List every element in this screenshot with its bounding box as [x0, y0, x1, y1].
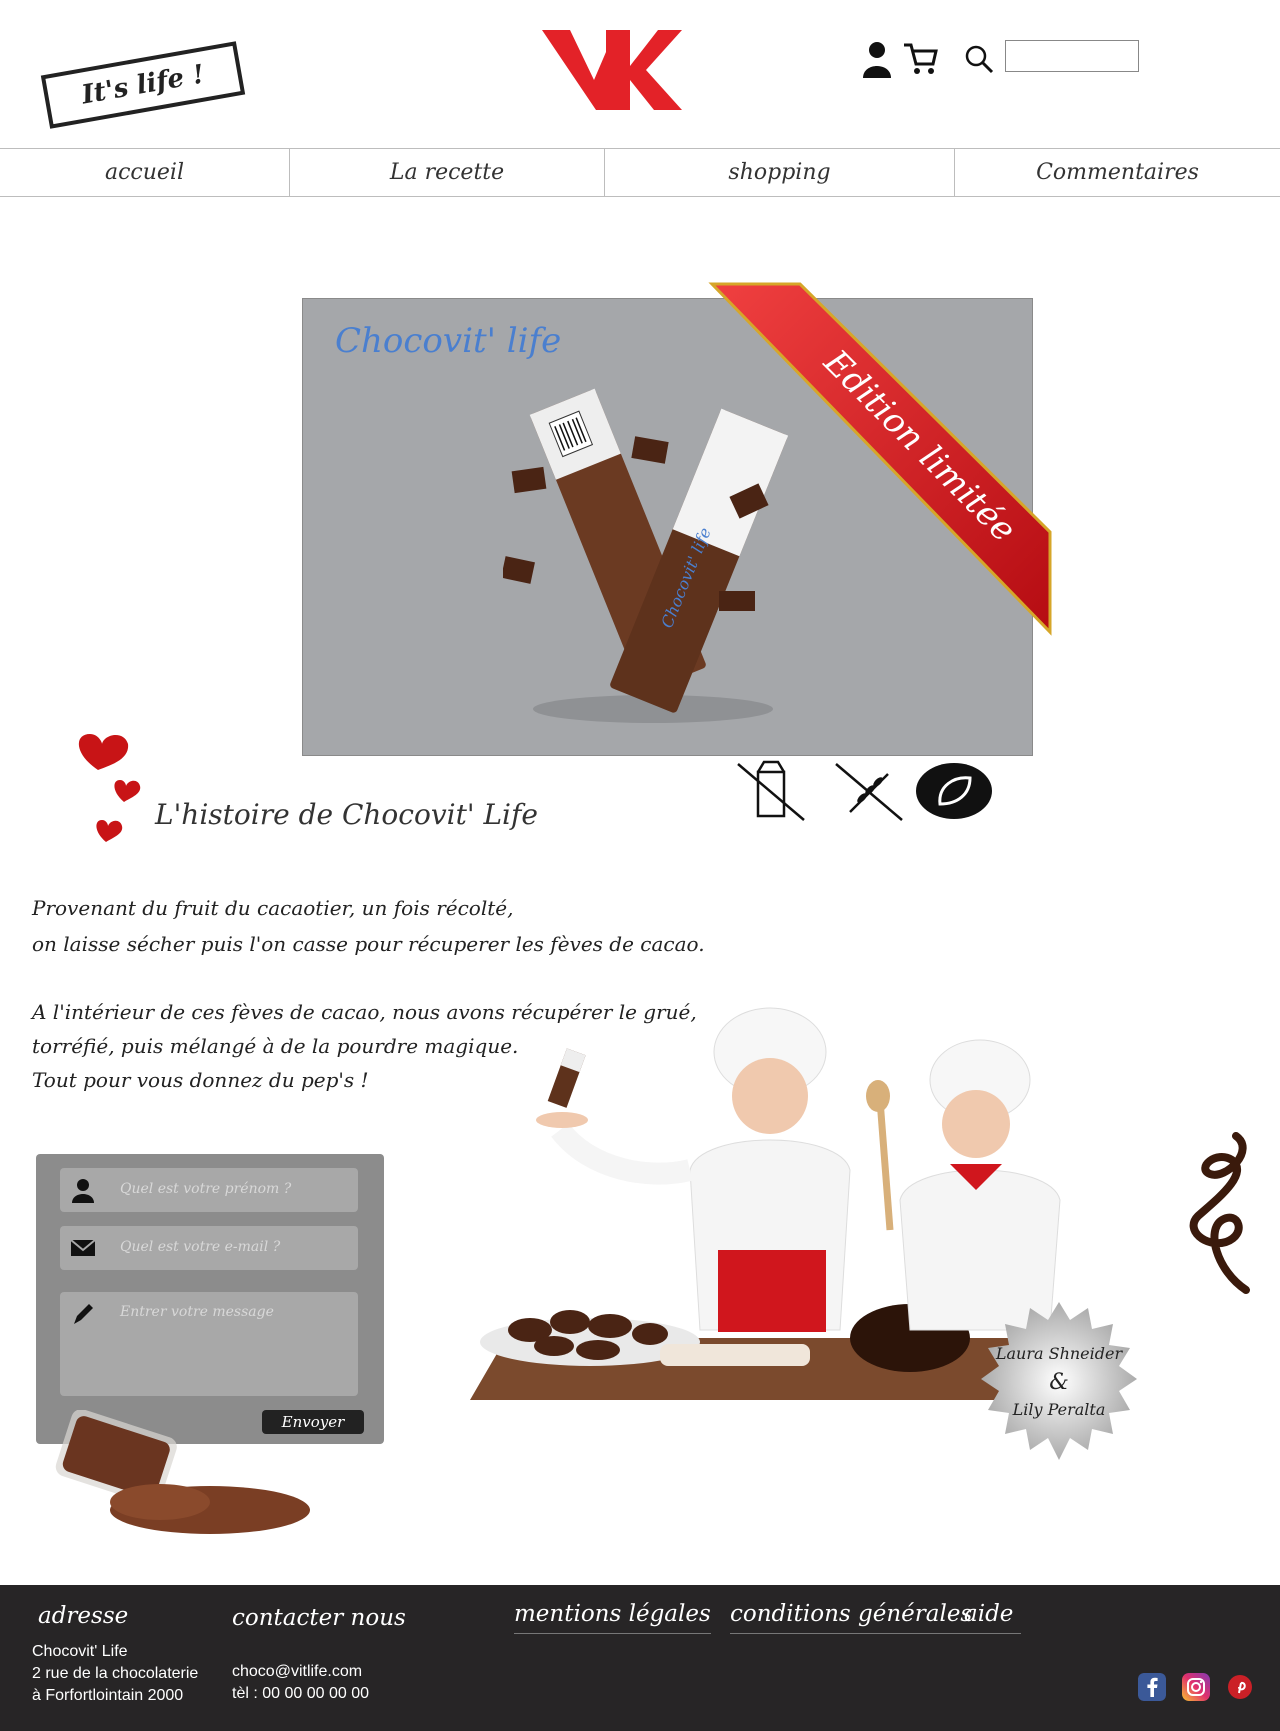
help-link[interactable]: aide — [964, 1601, 1022, 1634]
vk-logo[interactable] — [536, 22, 686, 114]
first-name-field[interactable]: Quel est votre prénom ? — [60, 1168, 358, 1212]
vegan-leaf-icon — [916, 763, 992, 819]
hero-title: Chocovit' life — [335, 321, 562, 361]
user-icon[interactable] — [862, 40, 892, 78]
legal-link[interactable]: mentions légales — [514, 1601, 711, 1634]
story-line: Tout pour vous donnez du pep's ! — [32, 1068, 369, 1092]
email-field[interactable]: Quel est votre e-mail ? — [60, 1226, 358, 1270]
terms-link[interactable]: conditions générales — [730, 1601, 973, 1634]
envelope-icon — [70, 1239, 96, 1256]
footer: adresse Chocovit' Life 2 rue de la choco… — [0, 1585, 1280, 1731]
hearts-decoration — [78, 734, 141, 842]
story-line: Provenant du fruit du cacaotier, un fois… — [32, 896, 514, 920]
footer-contact-title: contacter nous — [232, 1605, 406, 1631]
search-icon[interactable] — [964, 44, 994, 74]
story-title: L'histoire de Chocovit' Life — [155, 798, 538, 831]
ribbon-text: Edition limitée — [815, 342, 1024, 551]
first-name-placeholder: Quel est votre prénom ? — [120, 1181, 292, 1197]
pinterest-icon[interactable] — [1226, 1673, 1254, 1701]
chef-names: Laura Shneider & Lily Peralta — [978, 1300, 1140, 1462]
story-line: torréfié, puis mélangé à de la pourdre m… — [32, 1034, 519, 1058]
story-line: on laisse sécher puis l'on casse pour ré… — [32, 932, 705, 956]
chocolate-swirl — [1189, 1132, 1250, 1294]
contact-email[interactable]: choco@vitlife.com — [232, 1661, 362, 1683]
nav-item-la-recette[interactable]: La recette — [290, 149, 605, 196]
pen-icon — [74, 1304, 93, 1324]
chef-name-2: Lily Peralta — [1012, 1400, 1106, 1419]
main-nav: accueil La recette shopping Commentaires — [0, 148, 1280, 197]
site-logo-stamp[interactable]: It's life ! — [40, 41, 246, 129]
ampersand: & — [1049, 1370, 1069, 1395]
user-icon — [72, 1179, 94, 1203]
address-line: 2 rue de la chocolaterie — [32, 1665, 199, 1682]
contact-phone: tèl : 00 00 00 00 00 — [232, 1685, 369, 1702]
footer-address-title: adresse — [38, 1603, 129, 1629]
search-input[interactable] — [1005, 40, 1139, 72]
address-line: Chocovit' Life — [32, 1643, 128, 1660]
email-placeholder: Quel est votre e-mail ? — [120, 1239, 281, 1255]
message-placeholder: Entrer votre message — [120, 1304, 274, 1320]
no-milk-icon — [737, 760, 805, 821]
address-line: à Forfortlointain 2000 — [32, 1687, 184, 1704]
cart-icon[interactable] — [902, 40, 938, 76]
contact-form: Quel est votre prénom ? Quel est votre e… — [36, 1154, 384, 1444]
nav-item-shopping[interactable]: shopping — [605, 149, 955, 196]
nav-item-accueil[interactable]: accueil — [0, 149, 290, 196]
chef-name-1: Laura Shneider — [995, 1344, 1123, 1363]
gluten-free-icon — [835, 763, 903, 821]
message-field[interactable]: Entrer votre message — [60, 1292, 358, 1396]
cocoa-jar-image — [55, 1410, 310, 1534]
nav-item-commentaires[interactable]: Commentaires — [955, 149, 1280, 196]
instagram-icon[interactable] — [1182, 1673, 1210, 1701]
facebook-icon[interactable] — [1138, 1673, 1166, 1701]
limited-edition-ribbon: Edition limitée — [708, 282, 1052, 636]
